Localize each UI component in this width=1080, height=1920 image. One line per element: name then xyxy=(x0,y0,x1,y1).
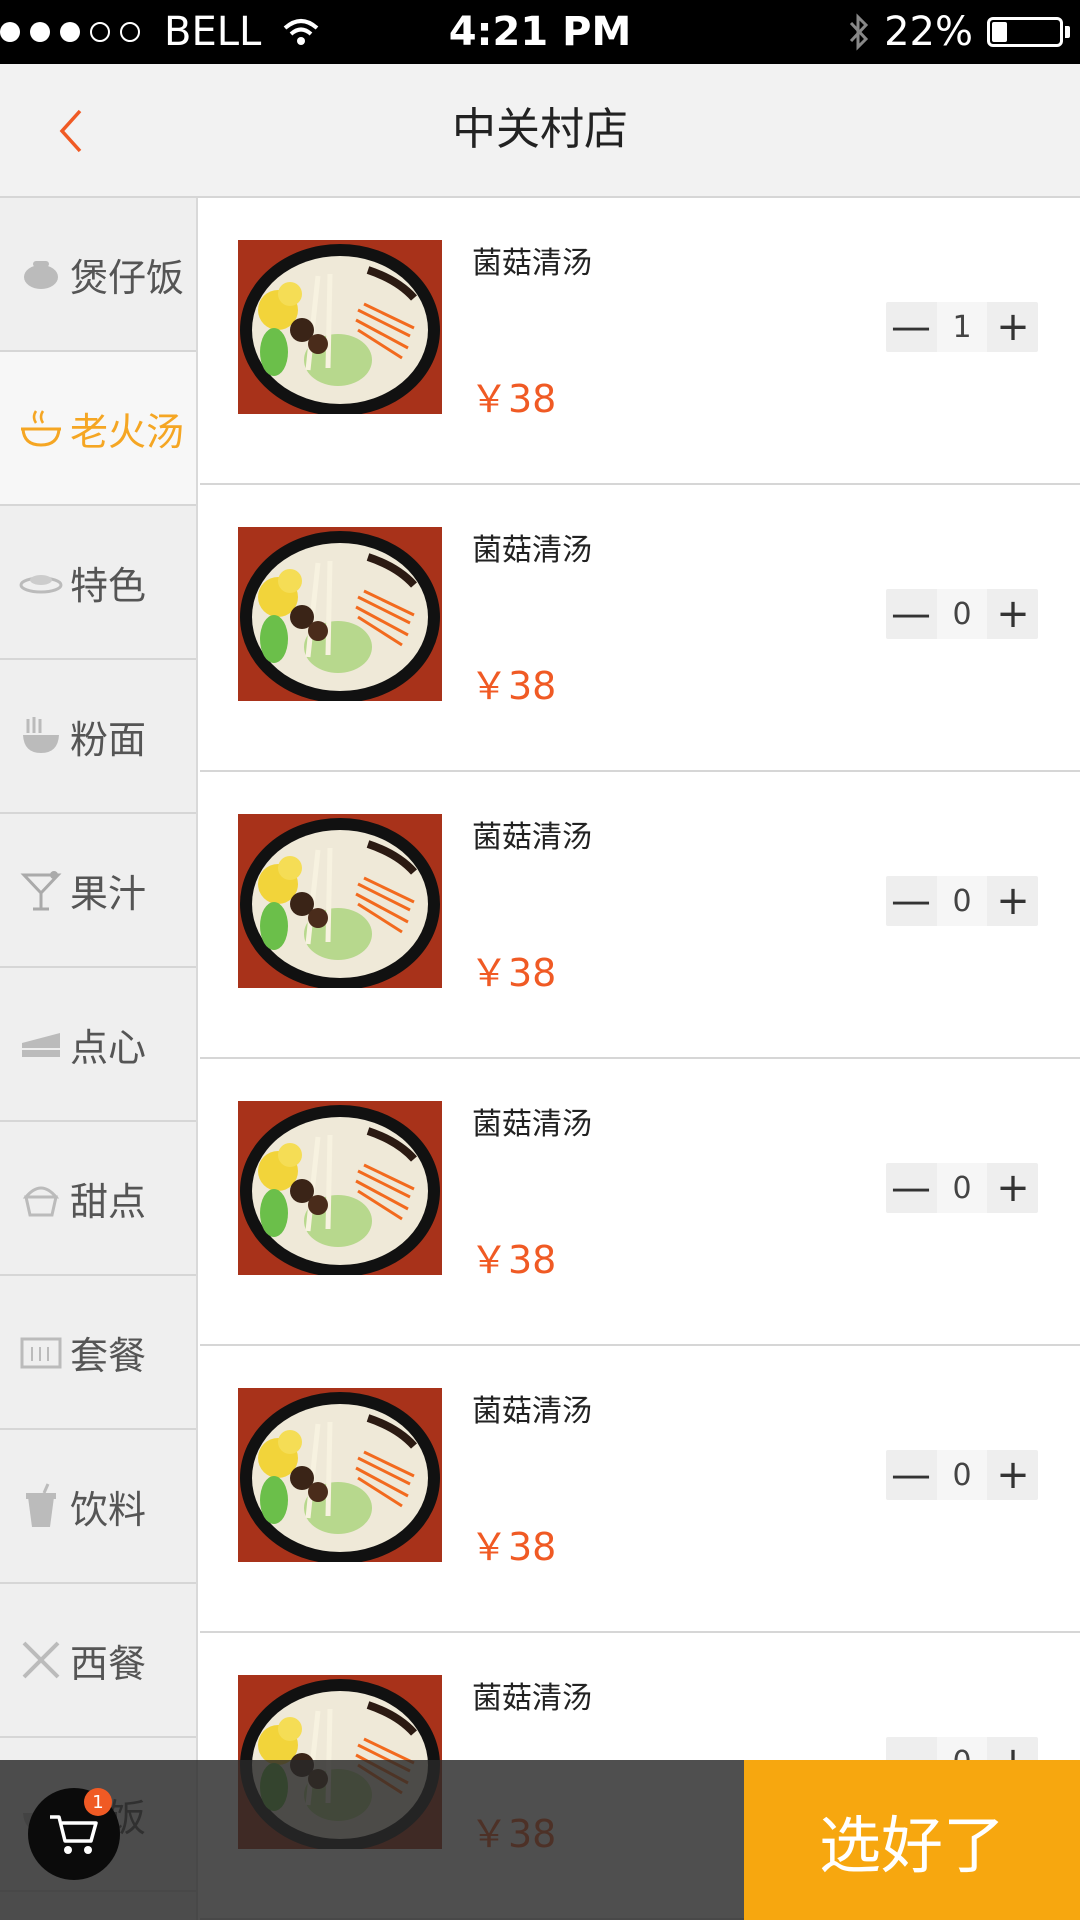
sidebar-item-category[interactable]: 甜点 xyxy=(0,1122,196,1276)
decrease-button[interactable]: — xyxy=(886,1163,936,1213)
quantity-stepper: —0+ xyxy=(886,589,1038,639)
food-item[interactable]: 菌菇清汤 ￥38 —0+ xyxy=(200,485,1080,772)
food-name: 菌菇清汤 xyxy=(472,246,592,281)
signal-carrier: BELL xyxy=(0,0,319,64)
quantity-value: 0 xyxy=(937,589,987,639)
sidebar-item-label: 点心 xyxy=(70,1025,147,1070)
food-image xyxy=(238,1388,442,1562)
decrease-button[interactable]: — xyxy=(886,876,936,926)
cart-count-badge: 1 xyxy=(84,1788,112,1816)
increase-button[interactable]: + xyxy=(988,589,1038,639)
soup-bowl-icon xyxy=(18,405,64,451)
decrease-button[interactable]: — xyxy=(886,589,936,639)
food-list: 菌菇清汤 ￥38—1 + 菌菇清汤 ￥38—0 + 菌菇清汤 ￥38—0 + 菌菇清汤 ￥38—0 +… xyxy=(200,198,1080,1920)
sidebar-item-category[interactable]: 西餐 xyxy=(0,1584,196,1738)
sidebar-item-category[interactable]: 点心 xyxy=(0,968,196,1122)
quantity-value: 1 xyxy=(937,302,987,352)
quantity-stepper: —0+ xyxy=(886,1163,1038,1213)
cart-summary-area: 1 xyxy=(0,1760,744,1920)
food-item[interactable]: 菌菇清汤 ￥38 —1 + xyxy=(200,198,1080,485)
wifi-icon xyxy=(283,19,319,45)
status-bar: BELL 4:21 PM 22% xyxy=(0,0,1080,64)
sidebar-item-category[interactable]: 套餐 xyxy=(0,1276,196,1430)
food-name: 菌菇清汤 xyxy=(472,1394,592,1429)
sidebar-item-label: 套餐 xyxy=(70,1333,147,1378)
food-image xyxy=(238,527,442,701)
food-price: ￥38 xyxy=(470,377,557,421)
set-box-icon xyxy=(18,1329,64,1375)
sidebar-item-label: 果汁 xyxy=(70,871,147,916)
nav-bar: 中关村店 xyxy=(0,64,1080,198)
fork-knife-icon xyxy=(18,1637,64,1683)
quantity-value: 0 xyxy=(937,876,987,926)
quantity-stepper: —0+ xyxy=(886,1450,1038,1500)
decrease-button[interactable]: — xyxy=(886,302,936,352)
battery-fill xyxy=(992,22,1007,42)
back-button[interactable] xyxy=(40,99,104,163)
battery-percent: 22% xyxy=(884,9,973,55)
bluetooth-icon xyxy=(849,13,869,51)
food-name: 菌菇清汤 xyxy=(472,820,592,855)
food-image xyxy=(238,814,442,988)
noodle-bowl-icon xyxy=(18,713,64,759)
battery-icon xyxy=(987,17,1063,47)
signal-dot-icon xyxy=(60,22,80,42)
drink-cup-icon xyxy=(18,1483,64,1529)
page-title: 中关村店 xyxy=(452,104,628,155)
sidebar-item-label: 饮料 xyxy=(70,1487,147,1532)
decrease-button[interactable]: — xyxy=(886,1450,936,1500)
sidebar-item-category[interactable]: 煲仔饭 xyxy=(0,198,196,352)
sidebar-item-category[interactable]: 粉面 xyxy=(0,660,196,814)
confirm-selection-button[interactable]: 选好了 xyxy=(744,1760,1080,1920)
food-item[interactable]: 菌菇清汤 ￥38 —0+ xyxy=(200,772,1080,1059)
cupcake-icon xyxy=(18,1175,64,1221)
sidebar-item-label: 甜点 xyxy=(70,1179,147,1224)
food-item[interactable]: 菌菇清汤 ￥38 —0+ xyxy=(200,1346,1080,1633)
carrier-name: BELL xyxy=(164,9,262,55)
sidebar-item-label: 老火汤 xyxy=(70,409,185,454)
sidebar-item-label: 西餐 xyxy=(70,1641,147,1686)
cake-slice-icon xyxy=(18,1021,64,1067)
category-sidebar: 煲仔饭老火汤特色粉面果汁点心甜点套餐饮料西餐烧饭 xyxy=(0,198,198,1920)
food-price: ￥38 xyxy=(470,1238,557,1282)
food-image xyxy=(238,240,442,414)
bottom-bar: 1 选好了 xyxy=(0,1760,1080,1920)
quantity-value: 0 xyxy=(937,1450,987,1500)
sidebar-item-label: 粉面 xyxy=(70,717,147,762)
increase-button[interactable]: + xyxy=(988,1163,1038,1213)
food-price: ￥38 xyxy=(470,1525,557,1569)
signal-dot-icon xyxy=(0,22,20,42)
food-item[interactable]: 菌菇清汤 ￥38 —0+ xyxy=(200,1059,1080,1346)
sidebar-item-label: 特色 xyxy=(70,563,147,608)
signal-dot-icon xyxy=(30,22,50,42)
sidebar-item-category[interactable]: 果汁 xyxy=(0,814,196,968)
signal-dot-empty-icon xyxy=(120,22,140,42)
sidebar-item-category[interactable]: 特色 xyxy=(0,506,196,660)
shopping-cart-icon xyxy=(50,1815,98,1854)
dish-icon xyxy=(18,559,64,605)
cocktail-glass-icon xyxy=(18,867,64,913)
signal-dot-empty-icon xyxy=(90,22,110,42)
sidebar-item-category[interactable]: 饮料 xyxy=(0,1430,196,1584)
food-price: ￥38 xyxy=(470,664,557,708)
sidebar-item-label: 煲仔饭 xyxy=(70,255,185,300)
quantity-value: 0 xyxy=(937,1163,987,1213)
food-name: 菌菇清汤 xyxy=(472,533,592,568)
increase-button[interactable]: + xyxy=(988,876,1038,926)
quantity-stepper: —1 + xyxy=(886,302,1038,352)
quantity-stepper: —0+ xyxy=(886,876,1038,926)
food-name: 菌菇清汤 xyxy=(472,1681,592,1716)
increase-button[interactable]: + xyxy=(988,302,1038,352)
sidebar-item-category[interactable]: 老火汤 xyxy=(0,352,196,506)
food-price: ￥38 xyxy=(470,951,557,995)
food-image xyxy=(238,1101,442,1275)
battery-tip xyxy=(1065,26,1070,38)
increase-button[interactable]: + xyxy=(988,1450,1038,1500)
food-name: 菌菇清汤 xyxy=(472,1107,592,1142)
chevron-left-icon xyxy=(59,109,82,153)
claypot-icon xyxy=(18,251,64,297)
